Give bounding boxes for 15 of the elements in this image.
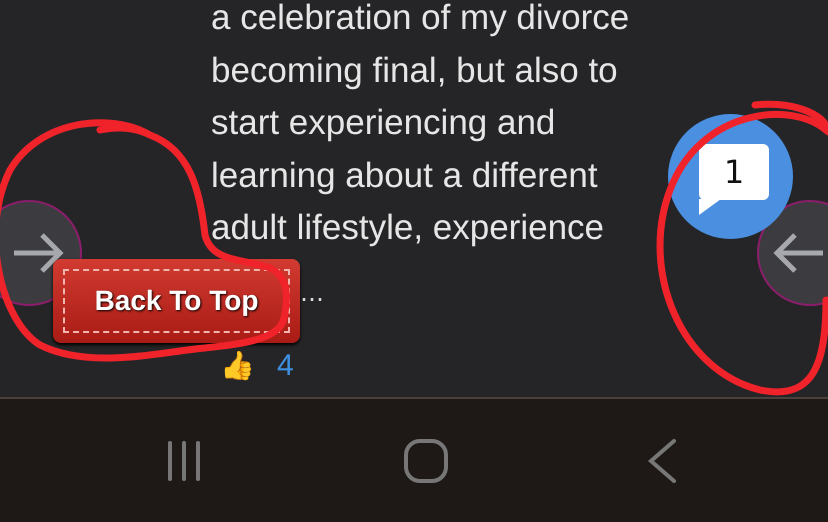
back-icon[interactable] [646, 438, 678, 484]
post-text-line: a celebration of my divorce [211, 0, 630, 39]
post-text-line: adult lifestyle, experience [211, 207, 604, 249]
thumbs-up-emoji[interactable]: 👍 [220, 348, 255, 382]
right-arrow-icon [12, 231, 66, 275]
post-text-line: start experiencing and [211, 102, 556, 144]
left-arrow-icon [771, 231, 825, 275]
more-dots[interactable]: … [300, 278, 324, 306]
post-text-line: becoming final, but also to [211, 50, 618, 92]
speech-tail-icon [699, 199, 721, 215]
message-count: 1 [699, 144, 769, 200]
back-to-top-button[interactable]: Back To Top [53, 259, 300, 343]
post-text-line: learning about a different [211, 154, 598, 196]
like-count: 4 [277, 348, 294, 382]
home-icon[interactable] [403, 438, 449, 484]
